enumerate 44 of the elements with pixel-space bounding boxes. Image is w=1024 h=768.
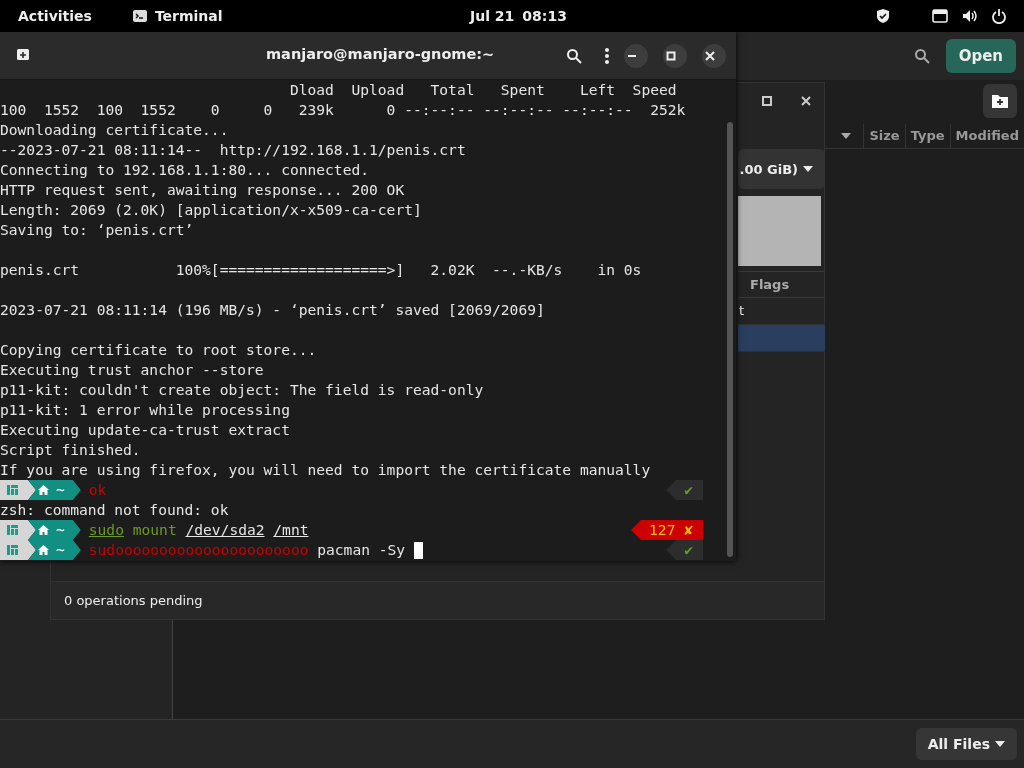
app-menu[interactable]: Terminal — [131, 8, 223, 24]
terminal-line: Downloading certificate... — [0, 120, 229, 140]
file-filter-dropdown[interactable]: All Files — [915, 728, 1017, 760]
terminal-line: penis.crt 100%[===================>] 2.02K --.-KB/s in 0s — [0, 260, 642, 280]
terminal-line: Saving to: ‘penis.crt’ — [0, 220, 194, 240]
column-header[interactable]: Modified — [949, 124, 1024, 148]
terminal-line: Script finished. — [0, 440, 141, 460]
terminal-line: Dload Upload Total Spent Left Speed — [288, 80, 677, 100]
terminal-line: Copying certificate to root store... — [0, 340, 317, 360]
prompt-directory: ~ — [28, 520, 81, 540]
terminal-line: p11-kit: couldn't create object: The field is read-only — [0, 380, 484, 400]
terminal-line: Executing trust anchor --store — [0, 360, 264, 380]
terminal-line: HTTP request sent, awaiting response... 200 OK — [0, 180, 405, 200]
table-header: Flags — [738, 272, 825, 298]
activities-button[interactable]: Activities — [18, 8, 92, 24]
terminal-line: 100 1552 100 1552 0 0 239k 0 --:--:-- --:--:-- --:--:-- 252k — [0, 100, 686, 120]
open-button[interactable]: Open — [945, 39, 1016, 73]
time-label[interactable]: 08:13 — [522, 8, 567, 24]
column-header[interactable]: Size — [863, 124, 905, 148]
exit-status: 127 ✘ — [631, 520, 703, 540]
window-title: manjaro@manjaro-gnome:~ — [266, 46, 495, 62]
command-text: mount — [132, 520, 177, 540]
terminal-line: Length: 2069 (2.0K) [application/x-x509-ca-cert] — [0, 200, 422, 220]
device-dropdown[interactable]: .00 GiB) — [738, 149, 825, 189]
command-text: /dev/sda2 — [185, 520, 265, 540]
command-text: sudoooooooooooooooooooooo — [88, 540, 309, 560]
command-text: pacman -Sy — [317, 540, 406, 560]
command-text: /mnt — [273, 520, 309, 540]
exit-status: ✔ — [666, 480, 703, 500]
exit-status: ✔ — [666, 540, 703, 560]
command-text: sudo — [88, 520, 124, 540]
status-bar: 0 operations pending — [51, 581, 824, 619]
date-label[interactable]: Jul 21 — [470, 8, 515, 24]
column-header[interactable]: Type — [904, 124, 950, 148]
terminal-line: zsh: command not found: ok — [0, 500, 229, 520]
terminal-line: Connecting to 192.168.1.1:80... connected. — [0, 160, 370, 180]
prompt-directory: ~ — [28, 540, 81, 560]
terminal-line: If you are using firefox, you will need to import the certificate manually — [0, 460, 651, 480]
terminal-line: --2023-07-21 08:11:14-- http://192.168.1.1/penis.crt — [0, 140, 466, 160]
terminal-line: p11-kit: 1 error while processing — [0, 400, 290, 420]
prompt-directory: ~ — [28, 480, 81, 500]
terminal-line: 2023-07-21 08:11:14 (196 MB/s) - ‘penis.crt’ saved [2069/2069] — [0, 300, 545, 320]
terminal-line: Executing update-ca-trust extract — [0, 420, 290, 440]
command-text: ok — [88, 480, 107, 500]
